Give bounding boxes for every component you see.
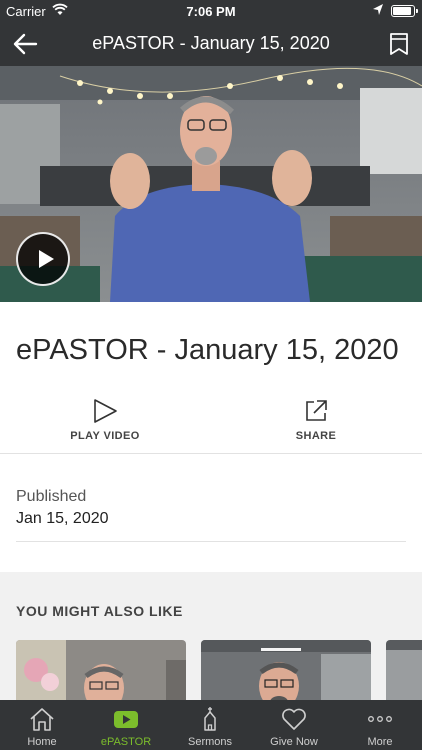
play-video-button[interactable]: PLAY VIDEO (35, 392, 175, 448)
more-dots-icon (368, 716, 392, 722)
tab-give-now[interactable]: Give Now (252, 700, 336, 750)
published-date: Jan 15, 2020 (16, 510, 109, 527)
play-outline-icon (94, 399, 117, 423)
tab-more[interactable]: More (338, 700, 422, 750)
action-bar: PLAY VIDEO SHARE (0, 392, 422, 454)
tab-sermons[interactable]: Sermons (168, 700, 252, 750)
tab-epastor[interactable]: ePASTOR (84, 700, 168, 750)
tab-bar: Home ePASTOR Sermons Give Now More (0, 700, 422, 750)
related-card[interactable] (201, 640, 371, 700)
video-play-button[interactable] (16, 232, 70, 286)
tab-epastor-label: ePASTOR (100, 736, 152, 748)
related-heading: YOU MIGHT ALSO LIKE (16, 603, 183, 619)
share-button[interactable]: SHARE (246, 392, 386, 448)
bookmark-icon[interactable] (388, 32, 410, 56)
related-section: YOU MIGHT ALSO LIKE (0, 572, 422, 700)
nav-title: ePASTOR - January 15, 2020 (92, 33, 330, 53)
tab-more-label: More (367, 736, 393, 748)
heart-icon (282, 708, 306, 730)
tab-give-now-label: Give Now (270, 736, 318, 748)
battery-icon (391, 5, 418, 17)
share-label: SHARE (295, 430, 337, 442)
nav-bar: ePASTOR - January 15, 2020 (0, 22, 422, 66)
published-label: Published (16, 488, 87, 505)
status-bar: Carrier 7:06 PM (0, 0, 422, 22)
tab-home-label: Home (27, 736, 57, 748)
page-title: ePASTOR - January 15, 2020 (16, 334, 399, 366)
video-player[interactable] (0, 66, 422, 302)
home-icon (30, 708, 54, 731)
related-thumbnail (16, 640, 186, 700)
back-arrow-icon[interactable] (12, 32, 38, 56)
tab-sermons-label: Sermons (187, 736, 233, 748)
related-thumbnail (201, 640, 371, 700)
location-arrow-icon (373, 4, 383, 15)
divider (16, 541, 406, 542)
church-icon (204, 707, 216, 731)
related-card[interactable] (16, 640, 186, 700)
clock: 7:06 PM (186, 4, 236, 19)
related-card[interactable] (386, 640, 422, 700)
play-video-label: PLAY VIDEO (70, 430, 140, 442)
share-icon (306, 400, 327, 421)
youtube-play-icon (114, 711, 138, 728)
related-thumbnail (386, 640, 422, 700)
tab-home[interactable]: Home (0, 700, 84, 750)
